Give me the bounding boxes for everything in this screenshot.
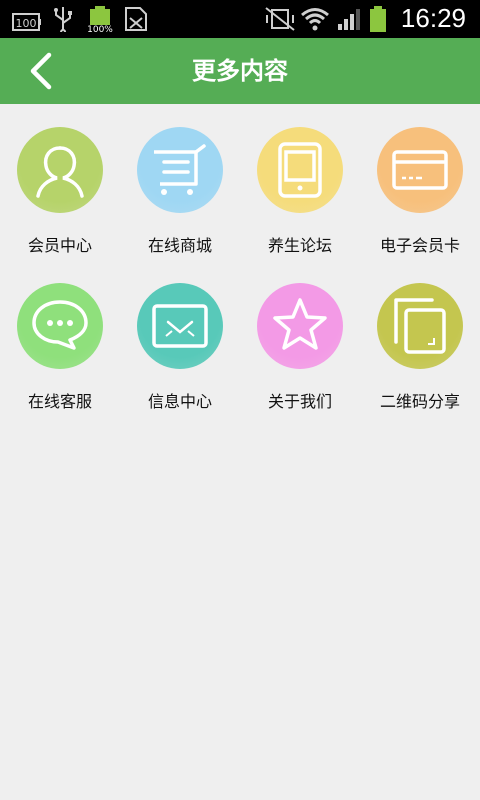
grid-item-qr-share[interactable]: 二维码分享	[360, 260, 480, 411]
cart-icon	[137, 127, 223, 213]
chat-icon	[17, 283, 103, 369]
battery-charging-icon: 100%	[86, 6, 114, 33]
wifi-icon	[300, 6, 330, 32]
tablet-icon	[257, 127, 343, 213]
grid-item-label: 电子会员卡	[379, 236, 460, 255]
grid-item-health-forum[interactable]: 养生论坛	[240, 104, 360, 255]
back-button[interactable]	[14, 44, 68, 98]
grid-item-about-us[interactable]: 关于我们	[240, 260, 360, 411]
svg-text:100%: 100%	[87, 25, 113, 33]
grid-item-label: 在线商城	[147, 236, 212, 255]
grid-item-label: 会员中心	[27, 236, 92, 255]
grid-item-online-mall[interactable]: 在线商城	[120, 104, 240, 255]
cell-signal-icon	[336, 6, 366, 32]
status-time: 16:29	[400, 3, 466, 33]
no-signal-vibrate-icon	[264, 6, 296, 32]
grid-item-label: 关于我们	[267, 392, 332, 411]
mail-icon	[137, 283, 223, 369]
grid-item-label: 养生论坛	[267, 236, 332, 255]
sim-card-icon	[124, 6, 148, 32]
chevron-left-icon	[30, 52, 52, 90]
copy-icon	[377, 283, 463, 369]
grid-item-label: 二维码分享	[379, 392, 460, 411]
usb-icon	[52, 6, 74, 32]
grid-item-info-center[interactable]: 信息中心	[120, 260, 240, 411]
battery-level-box-icon: 100	[12, 9, 42, 35]
status-bar: 100 100% 16:29	[0, 0, 480, 38]
battery-box-text: 100	[16, 17, 37, 30]
grid-item-member-center[interactable]: 会员中心	[0, 104, 120, 255]
grid-item-label: 在线客服	[27, 392, 92, 411]
grid-item-label: 信息中心	[147, 392, 212, 411]
battery-icon	[368, 6, 388, 32]
app-header: 更多内容	[0, 38, 480, 104]
member-icon	[17, 127, 103, 213]
card-icon	[377, 127, 463, 213]
star-icon	[257, 283, 343, 369]
page-title: 更多内容	[192, 57, 288, 85]
grid-item-e-member-card[interactable]: 电子会员卡	[360, 104, 480, 255]
grid-item-online-service[interactable]: 在线客服	[0, 260, 120, 411]
